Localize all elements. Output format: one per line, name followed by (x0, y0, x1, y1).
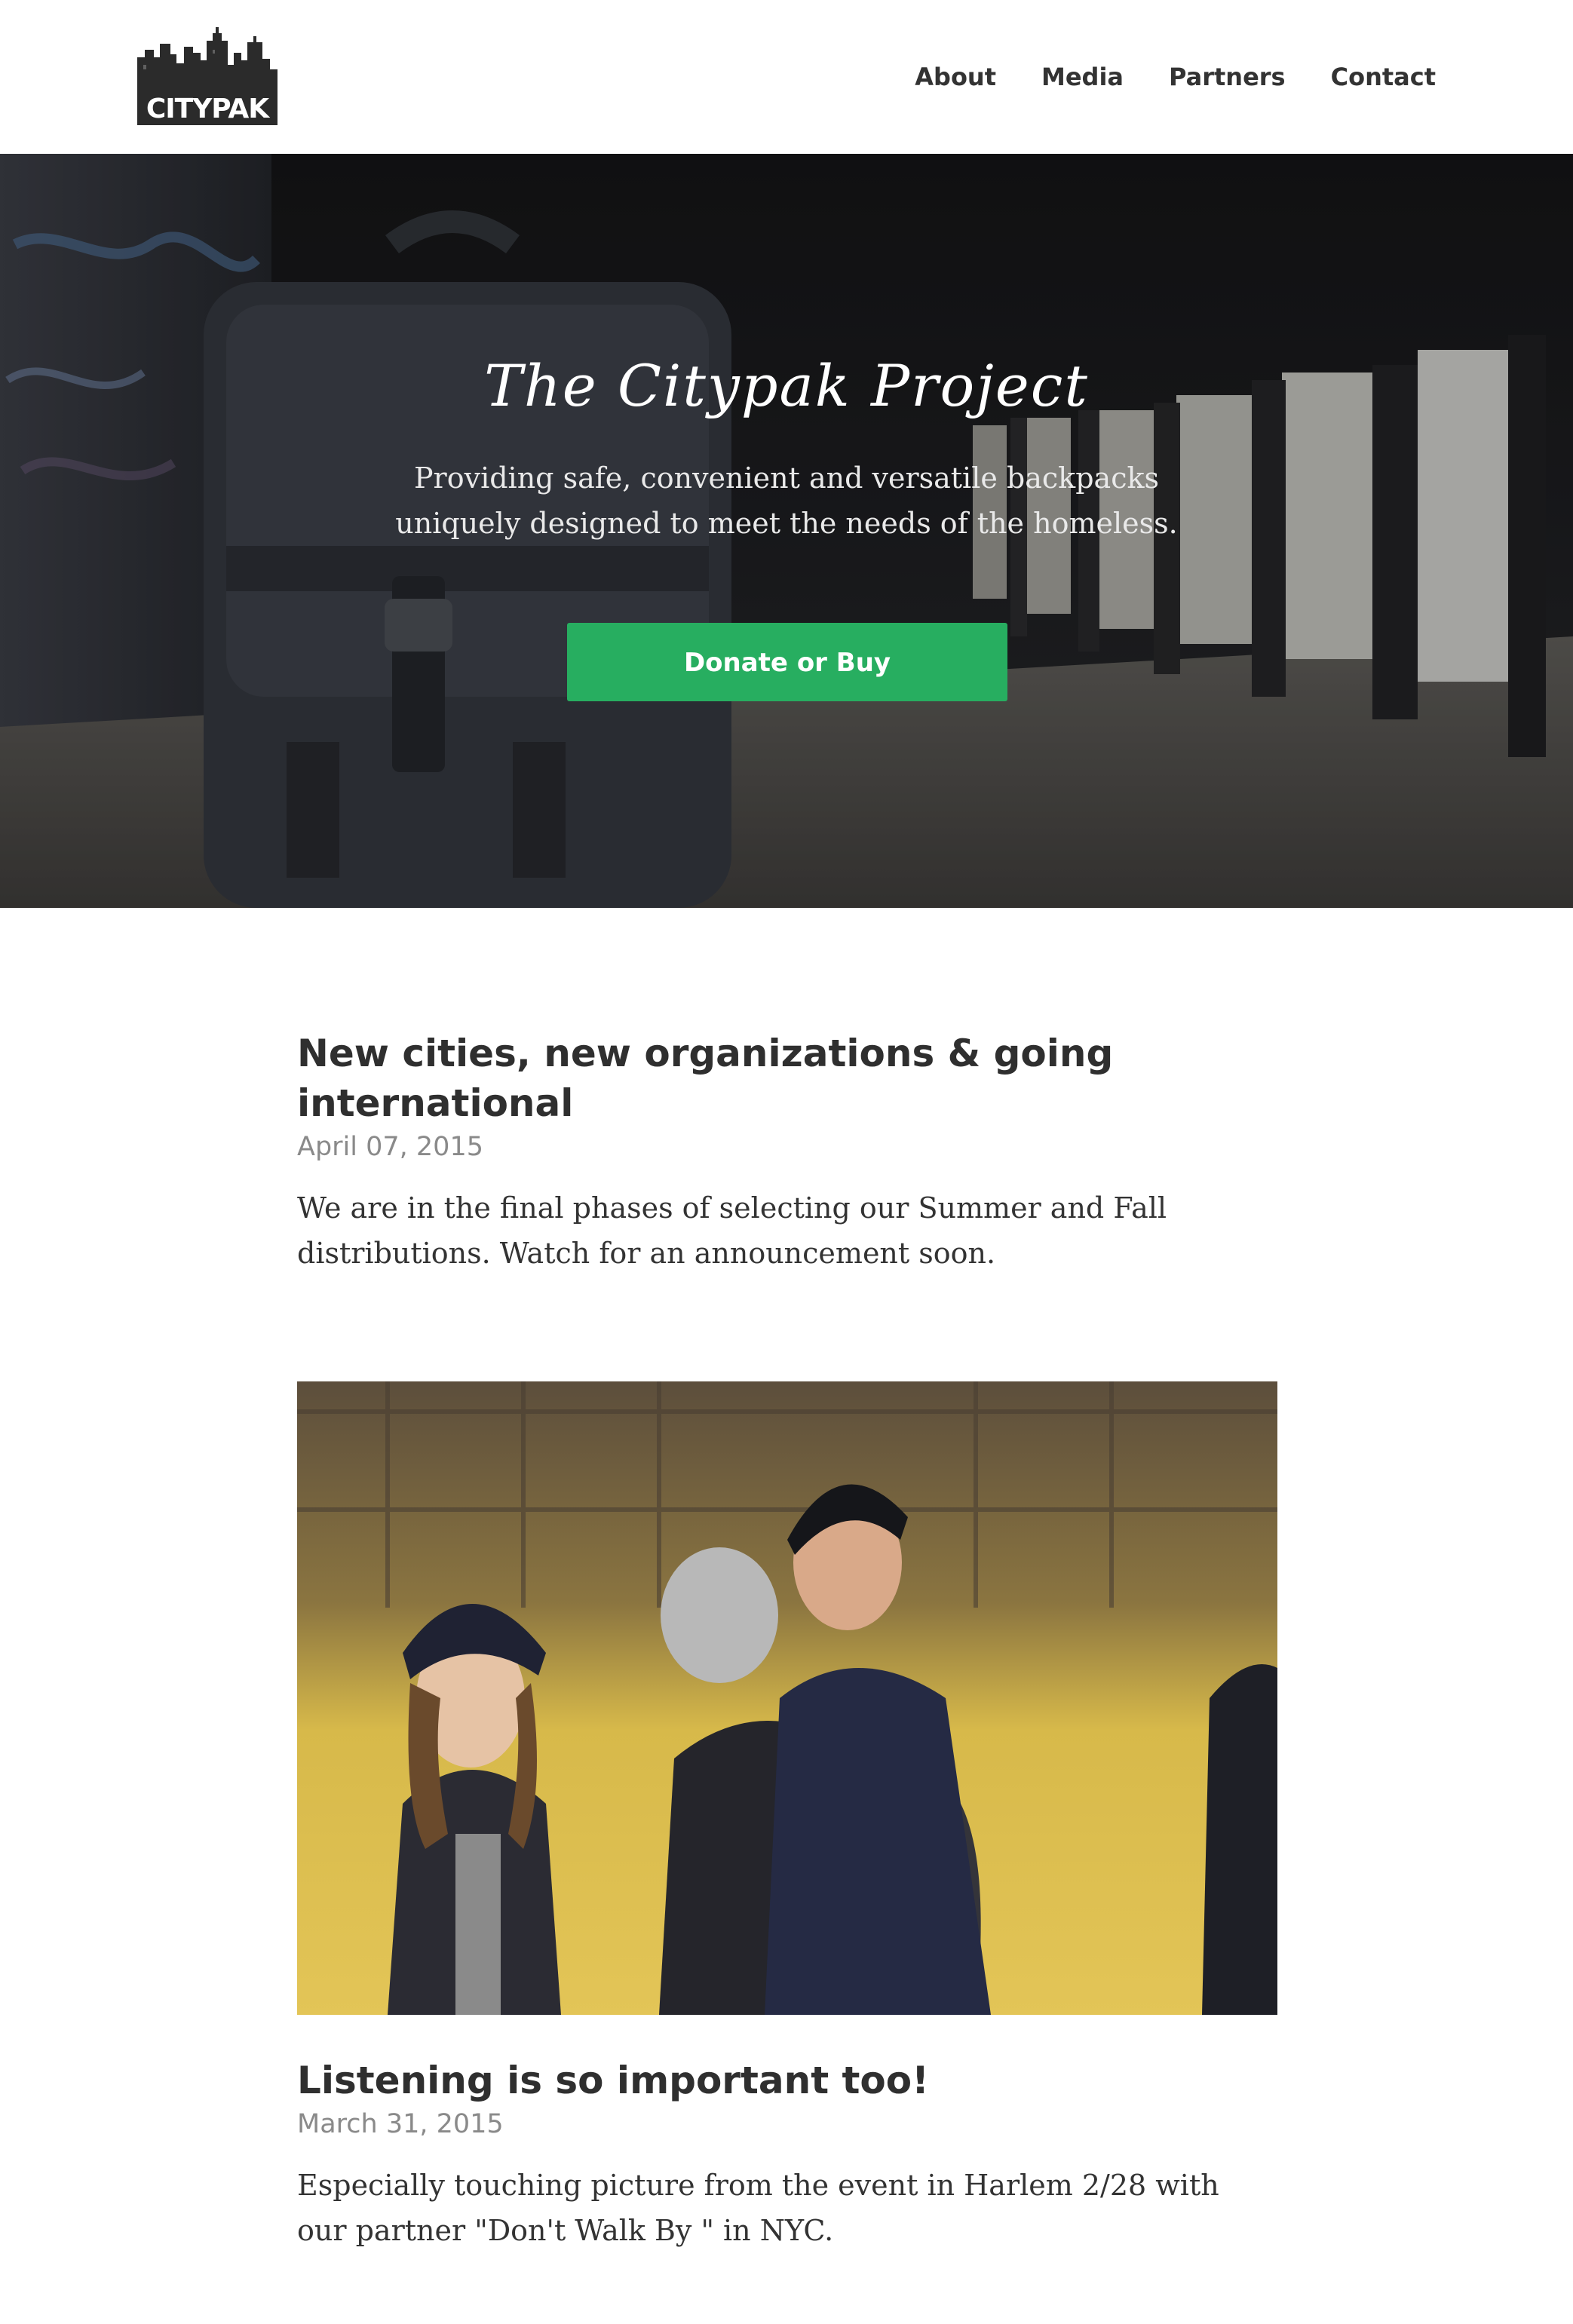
hero-banner: The Citypak Project Providing safe, conv… (0, 154, 1573, 908)
nav-partners[interactable]: Partners (1169, 57, 1286, 97)
hero-subtitle: Providing safe, convenient and versatile… (395, 461, 1178, 540)
logo-text: CITYPAK (146, 94, 269, 124)
post-title[interactable]: Listening is so important too! (297, 2056, 1277, 2105)
nav-contact[interactable]: Contact (1331, 57, 1436, 97)
post-title[interactable]: New cities, new organizations & going in… (297, 1029, 1277, 1128)
post-body: Especially touching picture from the eve… (297, 2169, 1219, 2247)
citypak-logo[interactable]: CITYPAK (137, 27, 277, 125)
volunteers-photo (297, 1381, 1277, 2015)
post-body: We are in the final phases of selecting … (297, 1191, 1167, 1270)
nav-about[interactable]: About (915, 57, 996, 97)
site-header: CITYPAK About Media Partners Contact (0, 0, 1573, 154)
donate-or-buy-button[interactable]: Donate or Buy (567, 623, 1007, 701)
post-date: March 31, 2015 (297, 2109, 504, 2139)
post-date: April 07, 2015 (297, 1132, 483, 1162)
main-nav: About Media Partners Contact (869, 57, 1436, 97)
hero-title: The Citypak Project (484, 352, 1089, 419)
person-woman (388, 1604, 561, 2015)
nav-media[interactable]: Media (1041, 57, 1124, 97)
blog-post: Listening is so important too! March 31,… (297, 2056, 1277, 2253)
post-photo (297, 1381, 1277, 2015)
blog-post: New cities, new organizations & going in… (297, 1029, 1277, 1276)
